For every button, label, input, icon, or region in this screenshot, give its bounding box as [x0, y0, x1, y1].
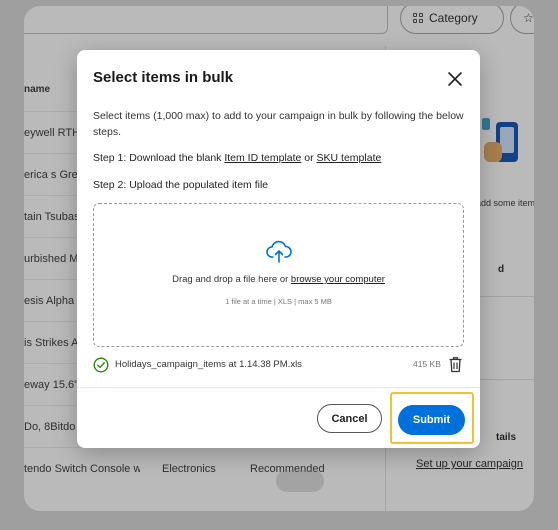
drop-text: Drag and drop a file here or — [172, 274, 291, 285]
cancel-button[interactable]: Cancel — [317, 404, 382, 433]
footer-divider — [77, 387, 480, 388]
cursor-indicator — [276, 470, 324, 492]
close-button[interactable] — [445, 69, 465, 89]
uploaded-file-name: Holidays_campaign_items at 1.14.38 PM.xl… — [115, 359, 302, 370]
step-1: Step 1: Download the blank Item ID templ… — [93, 152, 381, 164]
step-2: Step 2: Upload the populated item file — [93, 179, 269, 191]
close-icon — [448, 72, 462, 86]
dialog-description: Select items (1,000 max) to add to your … — [93, 110, 464, 138]
uploaded-file-row: Holidays_campaign_items at 1.14.38 PM.xl… — [93, 356, 464, 374]
sku-template-link[interactable]: SKU template — [317, 152, 382, 164]
step-1-text: Step 1: Download the blank — [93, 152, 225, 164]
file-requirements: 1 file at a time | XLS | max 5 MB — [225, 297, 332, 306]
drop-instructions: Drag and drop a file here or browse your… — [77, 274, 480, 285]
item-id-template-link[interactable]: Item ID template — [224, 152, 301, 164]
cloud-upload-icon — [266, 240, 292, 263]
submit-button[interactable]: Submit — [398, 405, 465, 435]
bulk-select-dialog: Select items in bulk Select items (1,000… — [77, 50, 480, 448]
step-1-or: or — [301, 152, 317, 164]
browse-computer-link[interactable]: browse your computer — [291, 274, 385, 285]
trash-icon[interactable] — [448, 356, 463, 373]
check-circle-icon — [93, 357, 109, 373]
dialog-title: Select items in bulk — [93, 69, 234, 86]
uploaded-file-size: 415 KB — [413, 359, 441, 369]
